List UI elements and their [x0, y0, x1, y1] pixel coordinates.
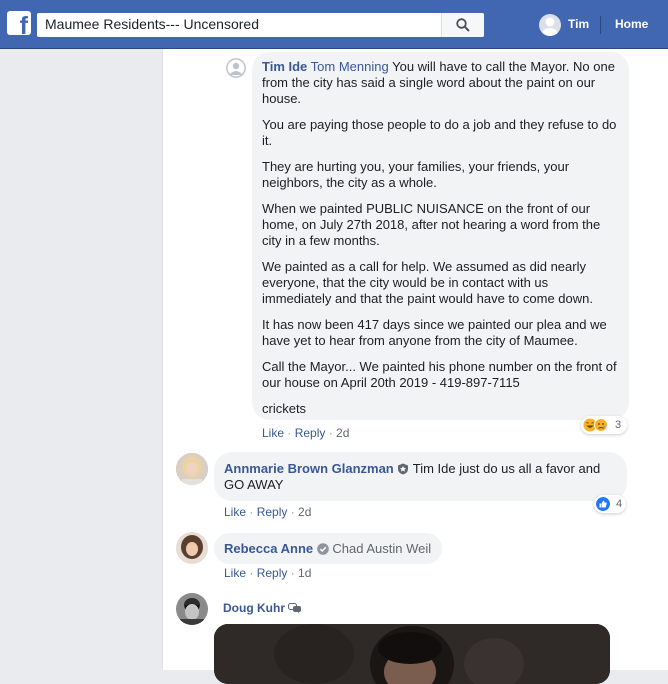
- facebook-logo-icon[interactable]: f: [7, 11, 31, 35]
- comment-paragraph: We painted as a call for help. We assume…: [262, 259, 593, 306]
- moderator-shield-icon: [398, 463, 409, 475]
- gif-thumbnail-icon: [214, 624, 610, 684]
- like-icon: [596, 497, 610, 511]
- comment-first-paragraph: Tim Ide Tom Menning You will have to cal…: [262, 59, 619, 107]
- like-link[interactable]: Like: [224, 566, 246, 580]
- comment-actions: Like · Reply · 2d: [262, 426, 350, 440]
- reply-link[interactable]: Reply: [257, 505, 288, 519]
- sad-icon: [594, 418, 608, 432]
- nav-divider: [600, 16, 601, 34]
- search-input[interactable]: Maumee Residents--- Uncensored: [37, 13, 484, 37]
- home-link[interactable]: Home: [615, 17, 648, 31]
- comment-actions: Like · Reply · 1d: [224, 566, 312, 580]
- commenter-avatar[interactable]: [226, 58, 246, 78]
- search-icon: [456, 18, 470, 32]
- comment-mention[interactable]: Tim Ide: [413, 461, 456, 476]
- comment-author[interactable]: Doug Kuhr: [223, 601, 285, 615]
- comment-time[interactable]: 1d: [298, 566, 311, 580]
- comment-paragraph: They are hurting you, your families, you…: [262, 159, 570, 190]
- comment-actions: Like · Reply · 2d: [224, 505, 312, 519]
- comment-bubble: Rebecca Anne Chad Austin Weil: [214, 533, 442, 564]
- comment-time[interactable]: 2d: [336, 426, 349, 440]
- top-navigation-bar: f Maumee Residents--- Uncensored Tim Hom…: [0, 0, 668, 49]
- like-link[interactable]: Like: [224, 505, 246, 519]
- comment-author[interactable]: Rebecca Anne: [224, 541, 313, 556]
- comment-paragraph: Call the Mayor... We painted his phone n…: [262, 359, 617, 390]
- like-link[interactable]: Like: [262, 426, 284, 440]
- comment-time[interactable]: 2d: [298, 505, 311, 519]
- profile-link[interactable]: Tim: [568, 17, 589, 31]
- reaction-summary[interactable]: 3: [581, 416, 627, 434]
- search-value[interactable]: Maumee Residents--- Uncensored: [45, 16, 259, 32]
- commenter-avatar[interactable]: [176, 453, 208, 485]
- comment-author[interactable]: Annmarie Brown Glanzman: [224, 461, 394, 476]
- comment-paragraph: It has now been 417 days since we painte…: [262, 317, 607, 348]
- comment-paragraph: You are paying those people to do a job …: [262, 117, 617, 148]
- comment-paragraph: When we painted PUBLIC NUISANCE on the f…: [262, 201, 601, 248]
- reply-link[interactable]: Reply: [295, 426, 326, 440]
- comment-header: Doug Kuhr: [223, 601, 302, 615]
- comment-paragraph: crickets: [262, 401, 307, 416]
- verified-check-icon: [316, 543, 329, 555]
- user-avatar[interactable]: [539, 14, 561, 36]
- reaction-count: 3: [615, 419, 622, 431]
- comment-bubble: Tim Ide Tom Menning You will have to cal…: [252, 52, 629, 420]
- search-button[interactable]: [441, 13, 484, 37]
- comment-mention[interactable]: Tom Menning: [311, 59, 389, 74]
- conversation-starter-icon: [288, 603, 302, 614]
- reaction-count: 4: [616, 498, 623, 510]
- comments-panel: Tim Ide Tom Menning You will have to cal…: [162, 49, 668, 684]
- commenter-avatar[interactable]: [176, 532, 208, 564]
- gif-attachment[interactable]: [214, 624, 610, 684]
- comment-bubble: Annmarie Brown Glanzman Tim Ide just do …: [214, 452, 627, 501]
- reaction-summary[interactable]: 4: [594, 495, 626, 513]
- comment-mention[interactable]: Chad Austin Weil: [332, 541, 431, 556]
- comment-author[interactable]: Tim Ide: [262, 59, 307, 74]
- commenter-avatar[interactable]: [176, 593, 208, 625]
- reply-link[interactable]: Reply: [257, 566, 288, 580]
